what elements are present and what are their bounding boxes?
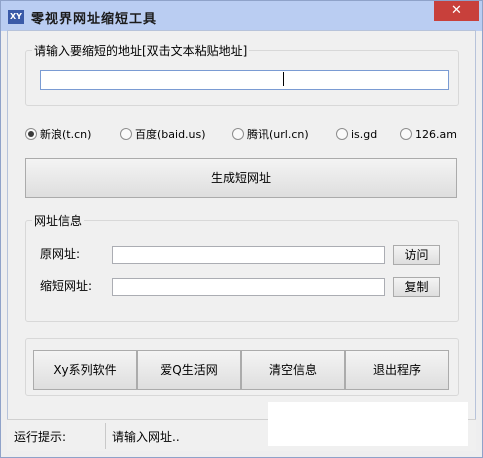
xy-software-button[interactable]: Xy系列软件 bbox=[33, 350, 137, 390]
text-caret bbox=[283, 72, 284, 86]
title-bar[interactable]: XY 零视界网址缩短工具 ✕ bbox=[1, 1, 482, 31]
clear-info-button[interactable]: 清空信息 bbox=[241, 350, 345, 390]
radio-label: 百度(baid.us) bbox=[135, 128, 206, 141]
url-info-legend: 网址信息 bbox=[34, 214, 83, 228]
radio-tencent[interactable]: 腾讯(url.cn) bbox=[232, 126, 309, 142]
radio-sina[interactable]: 新浪(t.cn) bbox=[25, 126, 91, 142]
short-url-field[interactable] bbox=[112, 278, 385, 296]
radio-label: 腾讯(url.cn) bbox=[247, 128, 309, 141]
radio-button[interactable] bbox=[120, 128, 132, 140]
original-url-label: 原网址: bbox=[40, 247, 81, 261]
radio-button[interactable] bbox=[25, 128, 37, 140]
status-divider bbox=[105, 423, 106, 449]
radio-isgd[interactable]: is.gd bbox=[336, 126, 377, 142]
radio-label: 新浪(t.cn) bbox=[40, 128, 92, 141]
radio-label: 126.am bbox=[415, 127, 457, 141]
copy-button[interactable]: 复制 bbox=[393, 277, 440, 297]
visit-button[interactable]: 访问 bbox=[393, 245, 440, 265]
status-label: 运行提示: bbox=[14, 430, 67, 444]
radio-button[interactable] bbox=[336, 128, 348, 140]
status-message: 请输入网址.. bbox=[112, 430, 180, 444]
input-group-legend: 请输入要缩短的地址[双击文本粘贴地址] bbox=[34, 44, 248, 58]
window-title: 零视界网址缩短工具 bbox=[31, 12, 158, 27]
long-url-input[interactable] bbox=[40, 70, 449, 90]
radio-button[interactable] bbox=[400, 128, 412, 140]
close-button[interactable]: ✕ bbox=[434, 1, 479, 21]
radio-baidu[interactable]: 百度(baid.us) bbox=[120, 126, 206, 142]
blank-overlay bbox=[268, 402, 468, 446]
exit-program-button[interactable]: 退出程序 bbox=[345, 350, 449, 390]
url-info-group: 网址信息 bbox=[25, 212, 459, 322]
app-icon: XY bbox=[8, 10, 24, 24]
radio-label: is.gd bbox=[351, 127, 378, 141]
short-url-label: 缩短网址: bbox=[40, 279, 93, 293]
radio-button[interactable] bbox=[232, 128, 244, 140]
aiq-life-button[interactable]: 爱Q生活网 bbox=[137, 350, 241, 390]
original-url-field[interactable] bbox=[112, 246, 385, 264]
generate-short-url-button[interactable]: 生成短网址 bbox=[25, 158, 457, 198]
radio-126am[interactable]: 126.am bbox=[400, 126, 457, 142]
